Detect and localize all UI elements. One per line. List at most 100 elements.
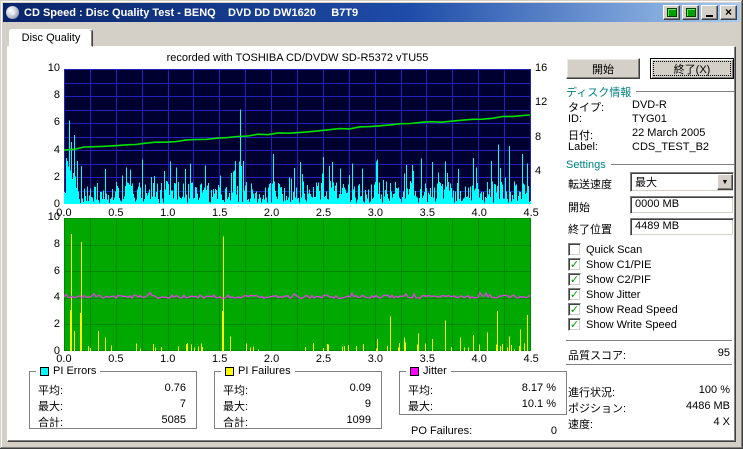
disc-date-row: 日付: 22 March 2005 [568,127,706,142]
axis-tick-label: 8 [53,89,60,102]
pi-failures-swatch-icon [225,366,234,376]
checkbox-label: Show C2/PIF [586,273,651,286]
quality-score-row: 品質スコア: 95 [568,347,730,362]
right-panel: 開始 終了(X) ディスク情報 タイプ: DVD-R ID: TYG01 日付:… [566,47,734,443]
end-position-field[interactable]: 4489 MB [630,218,734,236]
axis-tick-label: 4.0 [471,353,487,365]
close-button[interactable]: × [720,5,737,20]
axis-tick-label: 3.0 [367,353,384,365]
axis-tick-label: 4 [53,291,60,304]
position-row: ポジション: 4486 MB [568,400,730,415]
separator [566,340,732,342]
chevron-down-icon[interactable]: ▼ [717,174,733,190]
checkbox-show-c1-pie[interactable]: ✓ Show C1/PIE [568,257,728,272]
axis-tick-label: 4 [535,164,542,177]
green-monitor-icon [666,8,677,17]
axis-tick-label: 0.0 [56,353,72,365]
checkbox-show-write-speed[interactable]: ✓ Show Write Speed [568,317,728,332]
legend-row: 合計: 5085 [38,414,186,429]
legend-title: PI Failures [238,365,291,377]
disc-info-header: ディスク情報 [566,85,734,99]
axis-tick-label: 10 [47,62,60,74]
checkbox-label: Show Write Speed [586,318,677,331]
axis-tick-label: 4.5 [523,353,539,365]
checkbox-label: Show Read Speed [586,303,678,316]
legend-pi-failures: PI Failures 平均: 0.09 最大: 9 合計: 1099 [214,365,382,429]
legend-row: 最大: 9 [223,398,371,413]
top-chart-y-axis-left: 10 8 6 4 2 0 [34,62,60,211]
progress-row: 進行状況: 100 % [568,384,730,399]
legend-title-row: Jitter [406,365,451,377]
axis-tick-label: 2.0 [263,353,280,365]
pif-jitter-chart [64,218,531,351]
quality-score-value: 95 [717,347,730,359]
disc-id-value: TYG01 [632,113,667,125]
bottom-chart-x-axis: 0.0 0.5 1.0 1.5 2.0 2.5 3.0 3.5 4.0 4.5 [38,353,557,365]
po-failures-value: 0 [550,425,557,437]
legend-pi-errors: PI Errors 平均: 0.76 最大: 7 合計: 5085 [29,365,197,429]
checkbox-box[interactable] [568,243,581,256]
window-title: CD Speed : Disc Quality Test - BENQ DVD … [24,6,359,19]
axis-tick-label: 1.0 [160,353,176,365]
axis-tick-label: 2 [53,170,60,183]
settings-header: Settings [566,158,734,171]
transfer-speed-value: 最大 [635,177,657,189]
checkbox-box[interactable]: ✓ [568,258,581,271]
legend-row: 合計: 1099 [223,414,371,429]
disc-label-value: CDS_TEST_B2 [632,141,710,153]
checkbox-box[interactable]: ✓ [568,273,581,286]
checkbox-box[interactable]: ✓ [568,303,581,316]
checkbox-label: Show C1/PIE [586,258,652,271]
legend-title: PI Errors [53,365,97,377]
titlebar-green-icon-button-2[interactable] [682,5,699,20]
start-button[interactable]: 開始 [566,58,640,79]
titlebar-green-icon-button-1[interactable] [663,5,680,20]
axis-tick-label: 8 [53,237,60,250]
bottom-chart-y-axis-left: 10 8 6 4 2 0 [34,211,60,358]
checkbox-box[interactable]: ✓ [568,288,581,301]
axis-tick-label: 4 [53,143,60,156]
window: CD Speed : Disc Quality Test - BENQ DVD … [0,0,743,449]
check-icon: ✓ [569,273,580,286]
legend-jitter: Jitter 平均: 8.17 % 最大: 10.1 % [399,365,567,415]
legend-row: 平均: 0.09 [223,382,371,397]
speed-row: 速度: 4 X [568,416,730,431]
scan-options: Quick Scan ✓ Show C1/PIE ✓ Show C2/PIF ✓ Show … [568,242,728,332]
start-position-field[interactable]: 0000 MB [630,196,734,214]
disc-id-row: ID: TYG01 [568,113,667,125]
axis-tick-label: 3.5 [419,353,435,365]
disc-type-row: タイプ: DVD-R [568,99,667,114]
tab-disc-quality[interactable]: Disc Quality [9,29,93,47]
pi-errors-swatch-icon [40,366,49,376]
po-failures-row: PO Failures: 0 [399,425,567,437]
tab-page: recorded with TOSHIBA CD/DVDW SD-R5372 v… [7,46,736,442]
axis-tick-label: 12 [535,96,548,109]
legend-row: 最大: 10.1 % [408,398,556,413]
axis-tick-label: 1.5 [212,353,228,365]
transfer-speed-select[interactable]: 最大 ▼ [630,172,734,192]
axis-tick-label: 2 [53,318,60,331]
axis-tick-label: 6 [53,264,60,277]
title-bar: CD Speed : Disc Quality Test - BENQ DVD … [3,3,740,22]
legend-row: 平均: 0.76 [38,382,186,397]
axis-tick-label: 10 [47,211,60,223]
exit-button[interactable]: 終了(X) [650,58,734,79]
check-icon: ✓ [569,303,580,316]
checkbox-box[interactable]: ✓ [568,318,581,331]
top-chart-y-axis-right: 16 12 8 4 [535,62,559,178]
checkbox-quick-scan[interactable]: Quick Scan [568,242,728,257]
checkbox-show-read-speed[interactable]: ✓ Show Read Speed [568,302,728,317]
speed-value: 4 X [713,416,730,428]
checkbox-label: Show Jitter [586,288,641,301]
legend-title: Jitter [423,365,447,377]
check-icon: ✓ [569,318,580,331]
disc-label-row: Label: CDS_TEST_B2 [568,141,710,153]
checkbox-show-jitter[interactable]: ✓ Show Jitter [568,287,728,302]
position-value: 4486 MB [685,400,730,412]
minimize-button[interactable] [701,5,718,20]
close-icon: × [724,5,732,19]
checkbox-show-c2-pif[interactable]: ✓ Show C2/PIF [568,272,728,287]
axis-tick-label: 16 [535,62,548,74]
green-monitor-icon [685,8,696,17]
check-icon: ✓ [569,288,580,301]
